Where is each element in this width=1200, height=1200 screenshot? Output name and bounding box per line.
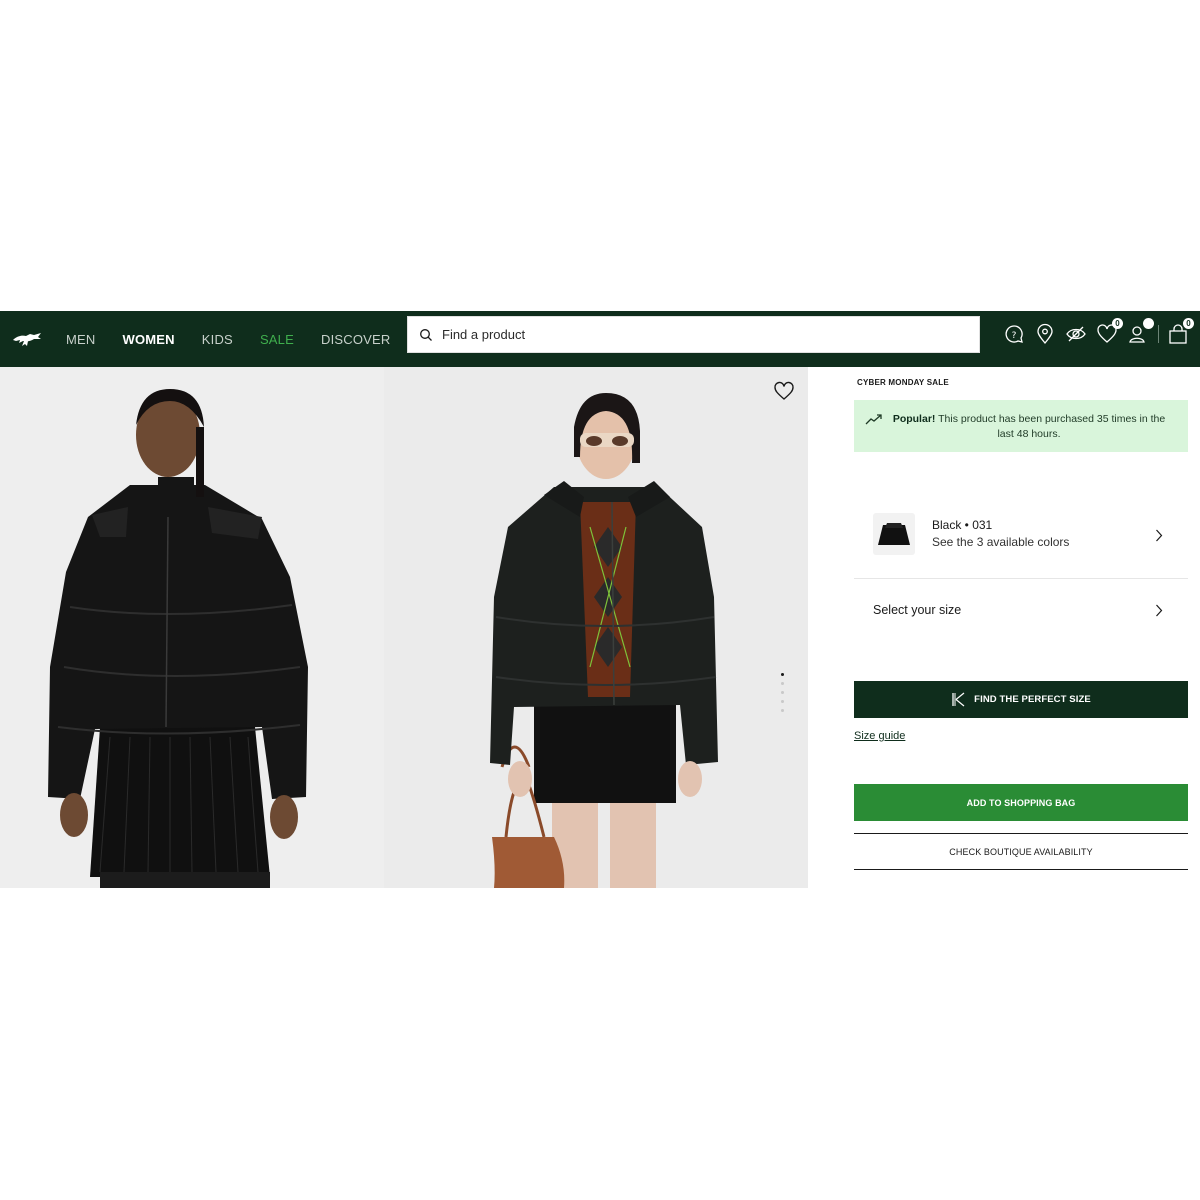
add-to-bag-button[interactable]: ADD TO SHOPPING BAG [854,784,1188,821]
wishlist-count-badge: 0 [1112,318,1123,329]
available-colors-link[interactable]: See the 3 available colors [932,535,1069,549]
header-divider [1158,325,1159,343]
slide-dot[interactable] [781,673,784,676]
search-input[interactable] [442,327,942,342]
crocodile-logo[interactable] [12,327,42,349]
size-guide-link[interactable]: Size guide [854,730,905,742]
bag-count-badge: 0 [1183,318,1194,329]
slide-dot[interactable] [781,709,784,712]
size-selector[interactable]: Select your size [854,579,1188,639]
chevron-right-icon [1156,604,1163,617]
slide-dot[interactable] [781,700,784,703]
nav-item-discover[interactable]: DISCOVER [321,332,391,347]
find-perfect-size-label: FIND THE PERFECT SIZE [974,694,1091,705]
hide-icon[interactable] [1065,323,1087,345]
product-image-model-2[interactable] [384,367,808,888]
nav-item-sale[interactable]: SALE [260,332,294,347]
slide-dot[interactable] [781,682,784,685]
nav-item-women[interactable]: WOMEN [123,332,175,347]
search-bar[interactable] [407,316,980,353]
help-icon[interactable]: ? [1003,323,1025,345]
svg-text:?: ? [1012,331,1017,341]
popular-banner: Popular! This product has been purchased… [854,400,1188,452]
check-boutique-button[interactable]: CHECK BOUTIQUE AVAILABILITY [854,833,1188,870]
add-to-wishlist-icon[interactable] [773,381,795,401]
site-header: MEN WOMEN KIDS SALE DISCOVER ? 0 [0,311,1200,367]
color-swatch-thumbnail [873,513,915,555]
product-image-front[interactable] [0,367,384,888]
popular-label: Popular! [892,413,936,425]
find-perfect-size-button[interactable]: FIND THE PERFECT SIZE [854,681,1188,718]
slide-dot[interactable] [781,691,784,694]
sale-tag: CYBER MONDAY SALE [857,378,949,387]
account-icon[interactable] [1127,318,1154,345]
select-size-label: Select your size [873,603,962,617]
color-selector[interactable]: Black • 031 See the 3 available colors [854,503,1188,579]
search-icon [420,328,432,341]
product-gallery [0,367,808,888]
store-locator-icon[interactable] [1034,323,1056,345]
account-status-badge [1143,318,1154,329]
wishlist-icon[interactable]: 0 [1096,318,1123,345]
size-finder-icon [952,692,965,707]
nav-item-kids[interactable]: KIDS [202,332,233,347]
trending-up-icon [865,414,882,425]
main-nav: MEN WOMEN KIDS SALE DISCOVER [66,311,418,367]
color-name: Black • 031 [932,518,993,532]
chevron-right-icon [1156,529,1163,542]
popular-message: This product has been purchased 35 times… [935,413,1166,440]
nav-item-men[interactable]: MEN [66,332,96,347]
shopping-bag-icon[interactable]: 0 [1167,318,1194,345]
slide-indicator[interactable] [781,673,785,718]
header-icons: ? 0 0 [1003,318,1198,345]
